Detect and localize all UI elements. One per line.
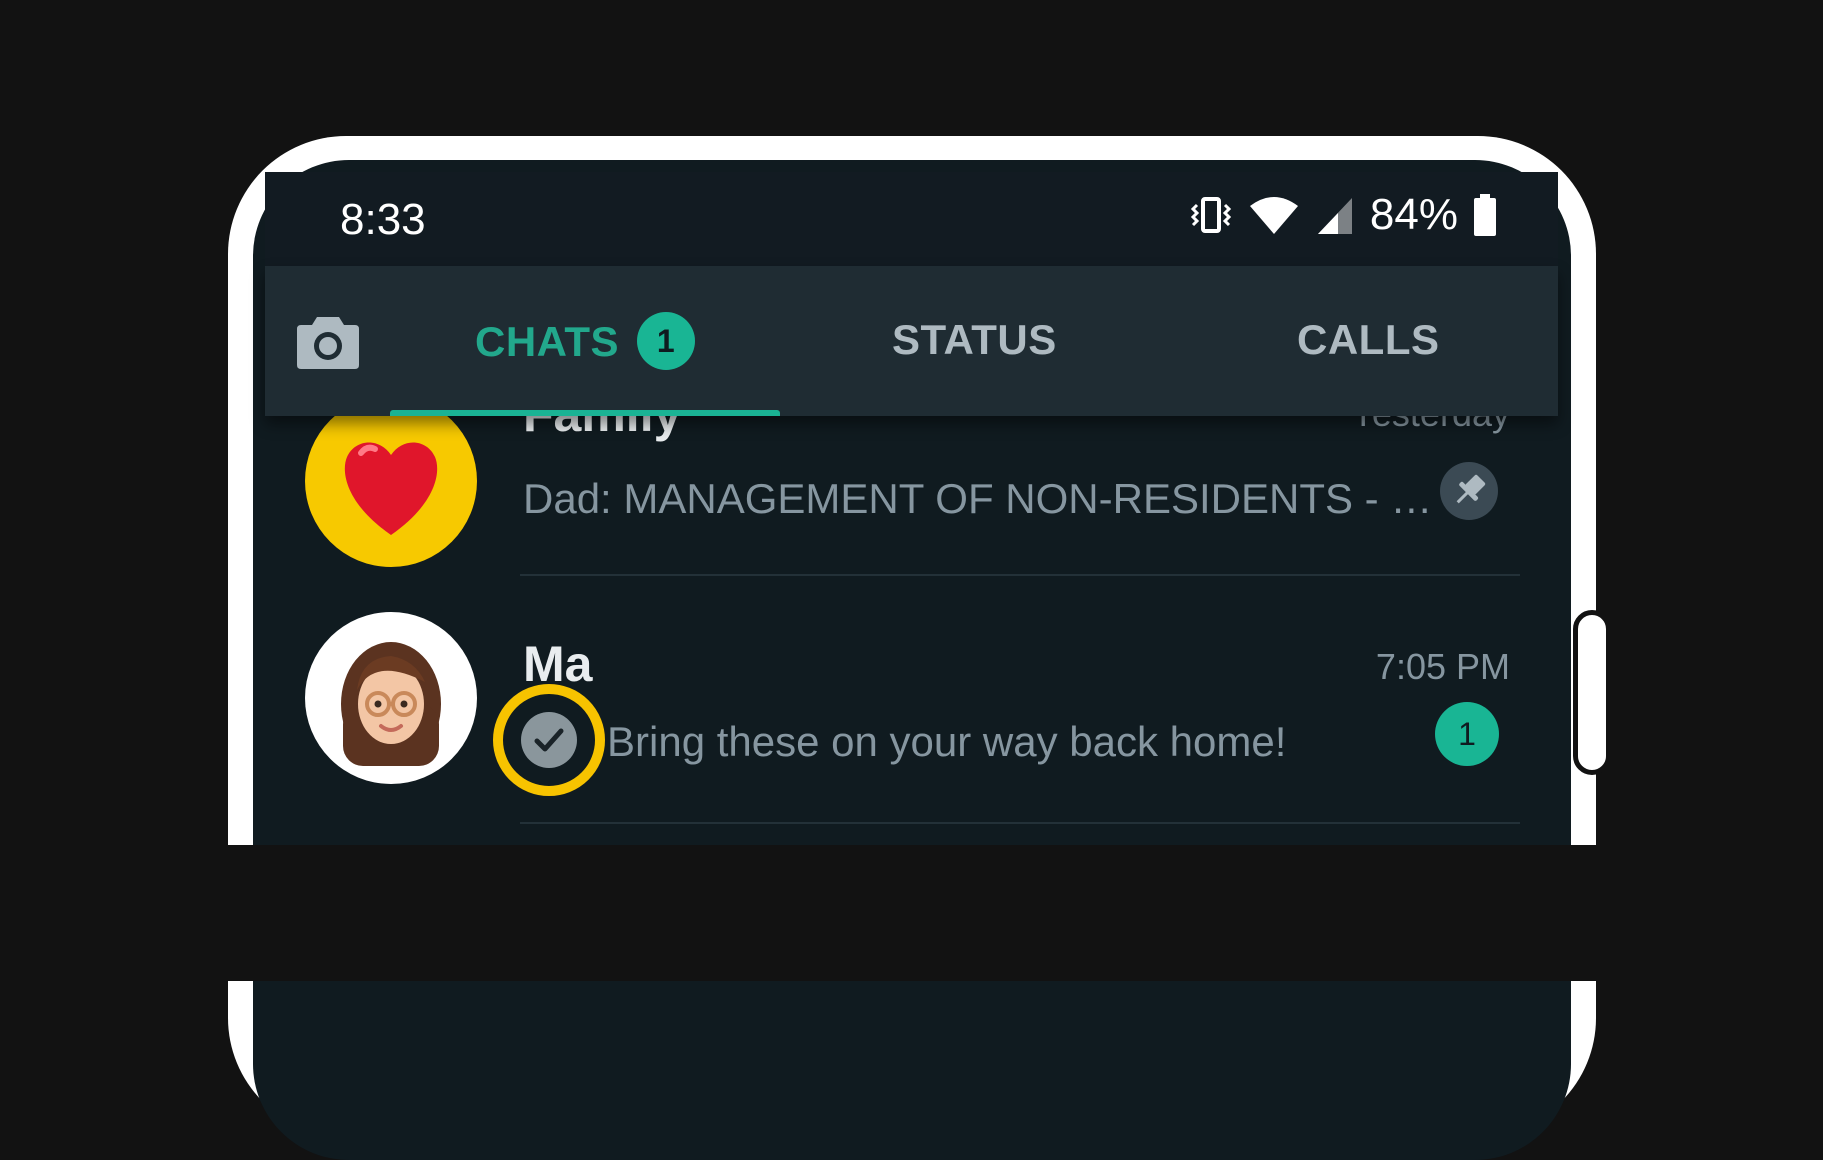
tab-chats[interactable]: CHATS 1 <box>475 312 696 374</box>
tab-status[interactable]: STATUS <box>892 316 1057 364</box>
chat-time: 7:05 PM <box>1375 646 1510 687</box>
camera-icon[interactable] <box>295 311 361 371</box>
memoji-woman-glasses <box>341 642 441 766</box>
chat-last-message: Bring these on your way back home! <box>607 718 1287 765</box>
status-icons: 84% <box>1188 190 1498 240</box>
avatar-family <box>305 395 477 567</box>
status-bar: 8:33 84% <box>265 172 1558 266</box>
vibrate-icon <box>1190 197 1232 233</box>
red-heart-emoji <box>344 442 438 535</box>
single-check-icon <box>521 712 577 768</box>
signal-icon <box>1317 198 1352 234</box>
pin-icon <box>1440 462 1498 520</box>
status-time: 8:33 <box>340 195 426 244</box>
tab-calls-label: CALLS <box>1297 316 1440 363</box>
chat-row-ma[interactable]: Ma 7:05 PM Bring these on your way back … <box>265 610 1558 825</box>
chat-row-family[interactable]: Family Yesterday Dad: MANAGEMENT OF NON-… <box>265 386 1558 575</box>
chat-divider <box>520 574 1520 576</box>
avatar-ma <box>305 612 477 784</box>
battery-icon <box>1474 194 1496 236</box>
chat-divider <box>520 822 1520 824</box>
tab-bar: CHATS 1 STATUS CALLS <box>265 266 1558 416</box>
tab-chats-label: CHATS <box>475 318 620 366</box>
unread-count-badge: 1 <box>1435 702 1499 766</box>
tab-calls[interactable]: CALLS <box>1297 316 1440 364</box>
active-tab-indicator <box>390 410 780 416</box>
chat-last-message: Dad: MANAGEMENT OF NON-RESIDENTS - … <box>523 475 1433 522</box>
chats-unread-badge: 1 <box>637 312 696 370</box>
tab-status-label: STATUS <box>892 316 1057 363</box>
wifi-icon <box>1249 197 1298 234</box>
phone-side-button <box>1573 610 1611 775</box>
battery-percentage: 84% <box>1369 190 1458 239</box>
bottom-crop <box>0 845 1823 981</box>
highlighted-check-status <box>493 684 605 796</box>
